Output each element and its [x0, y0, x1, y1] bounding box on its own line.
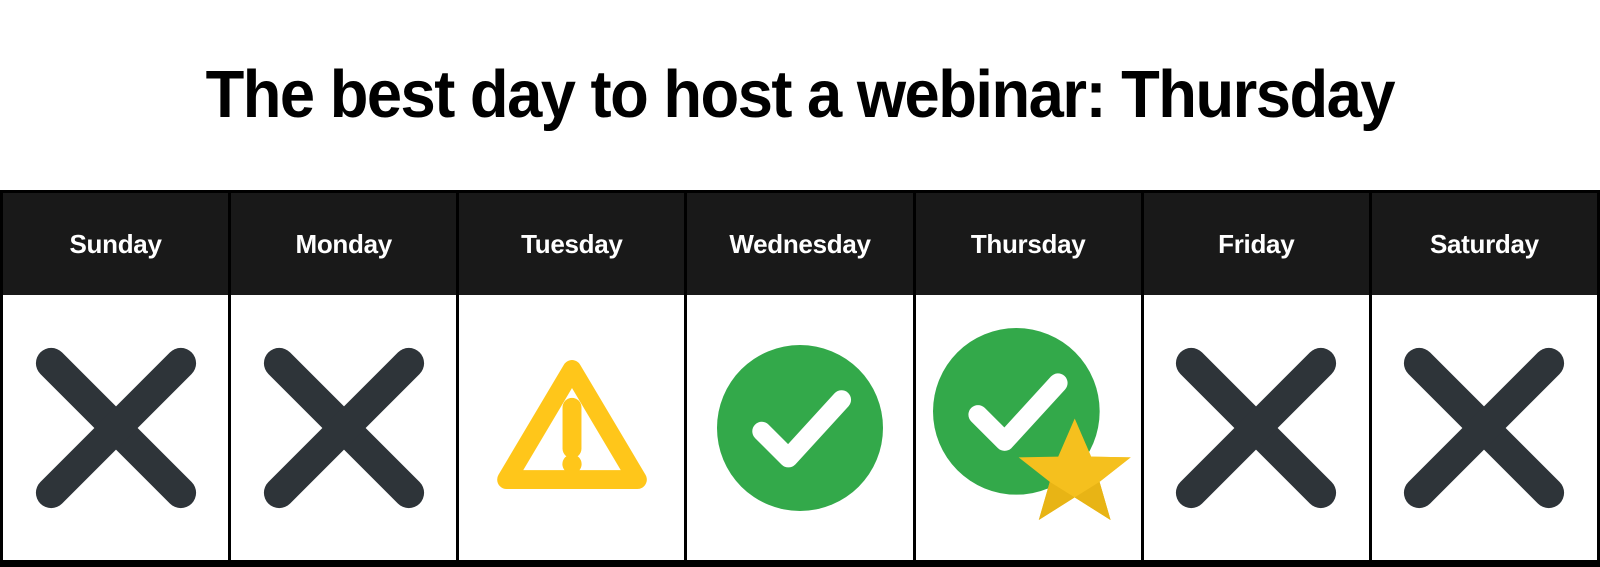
- infographic-page: The best day to host a webinar: Thursday…: [0, 0, 1600, 567]
- cross-icon: [1394, 338, 1574, 518]
- cross-icon: [254, 338, 434, 518]
- column-header-sunday: Sunday: [3, 193, 232, 295]
- column-header-wednesday: Wednesday: [687, 193, 916, 295]
- column-header-monday: Monday: [231, 193, 460, 295]
- cell-wednesday: [687, 295, 916, 560]
- page-title: The best day to host a webinar: Thursday: [205, 57, 1396, 133]
- cross-icon: [26, 338, 206, 518]
- column-header-saturday: Saturday: [1371, 193, 1597, 295]
- cell-monday: [231, 295, 460, 560]
- cross-icon: [1166, 338, 1346, 518]
- column-header-friday: Friday: [1143, 193, 1372, 295]
- table-header-row: Sunday Monday Tuesday Wednesday Thursday…: [3, 193, 1597, 295]
- table-icon-row: [3, 295, 1597, 560]
- column-header-tuesday: Tuesday: [459, 193, 688, 295]
- cell-thursday: [915, 295, 1144, 560]
- cell-sunday: [3, 295, 232, 560]
- warning-icon: [482, 338, 662, 518]
- column-header-thursday: Thursday: [915, 193, 1144, 295]
- weekday-recommendation-table: Sunday Monday Tuesday Wednesday Thursday…: [0, 190, 1600, 567]
- cell-tuesday: [459, 295, 688, 560]
- cell-friday: [1143, 295, 1372, 560]
- check-icon: [710, 338, 890, 518]
- cell-saturday: [1371, 295, 1597, 560]
- check-star-icon: [933, 327, 1131, 520]
- page-title-container: The best day to host a webinar: Thursday: [0, 0, 1600, 190]
